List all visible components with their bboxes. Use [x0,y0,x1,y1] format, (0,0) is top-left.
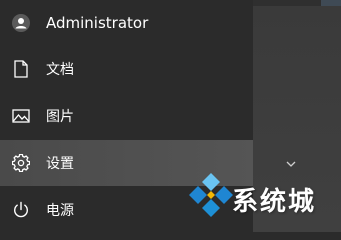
windows-logo-icon [188,171,234,225]
watermark-text: 系统城 [232,187,317,217]
menu-item-pictures[interactable]: 图片 [0,93,253,139]
menu-item-label: 文档 [46,62,74,78]
document-icon [11,59,31,79]
picture-icon [11,106,31,126]
tiles-panel-corner [321,0,341,6]
power-icon [11,200,31,220]
menu-item-documents[interactable]: 文档 [0,46,253,92]
user-account-item[interactable]: Administrator [0,0,253,46]
menu-item-label: 图片 [46,109,74,125]
user-avatar-icon [11,13,31,33]
gear-icon [11,153,31,173]
user-name-label: Administrator [46,14,149,32]
chevron-down-icon[interactable] [286,154,296,167]
watermark: 系统城 [188,171,338,223]
menu-item-label: 设置 [46,156,74,172]
menu-item-label: 电源 [46,203,74,219]
